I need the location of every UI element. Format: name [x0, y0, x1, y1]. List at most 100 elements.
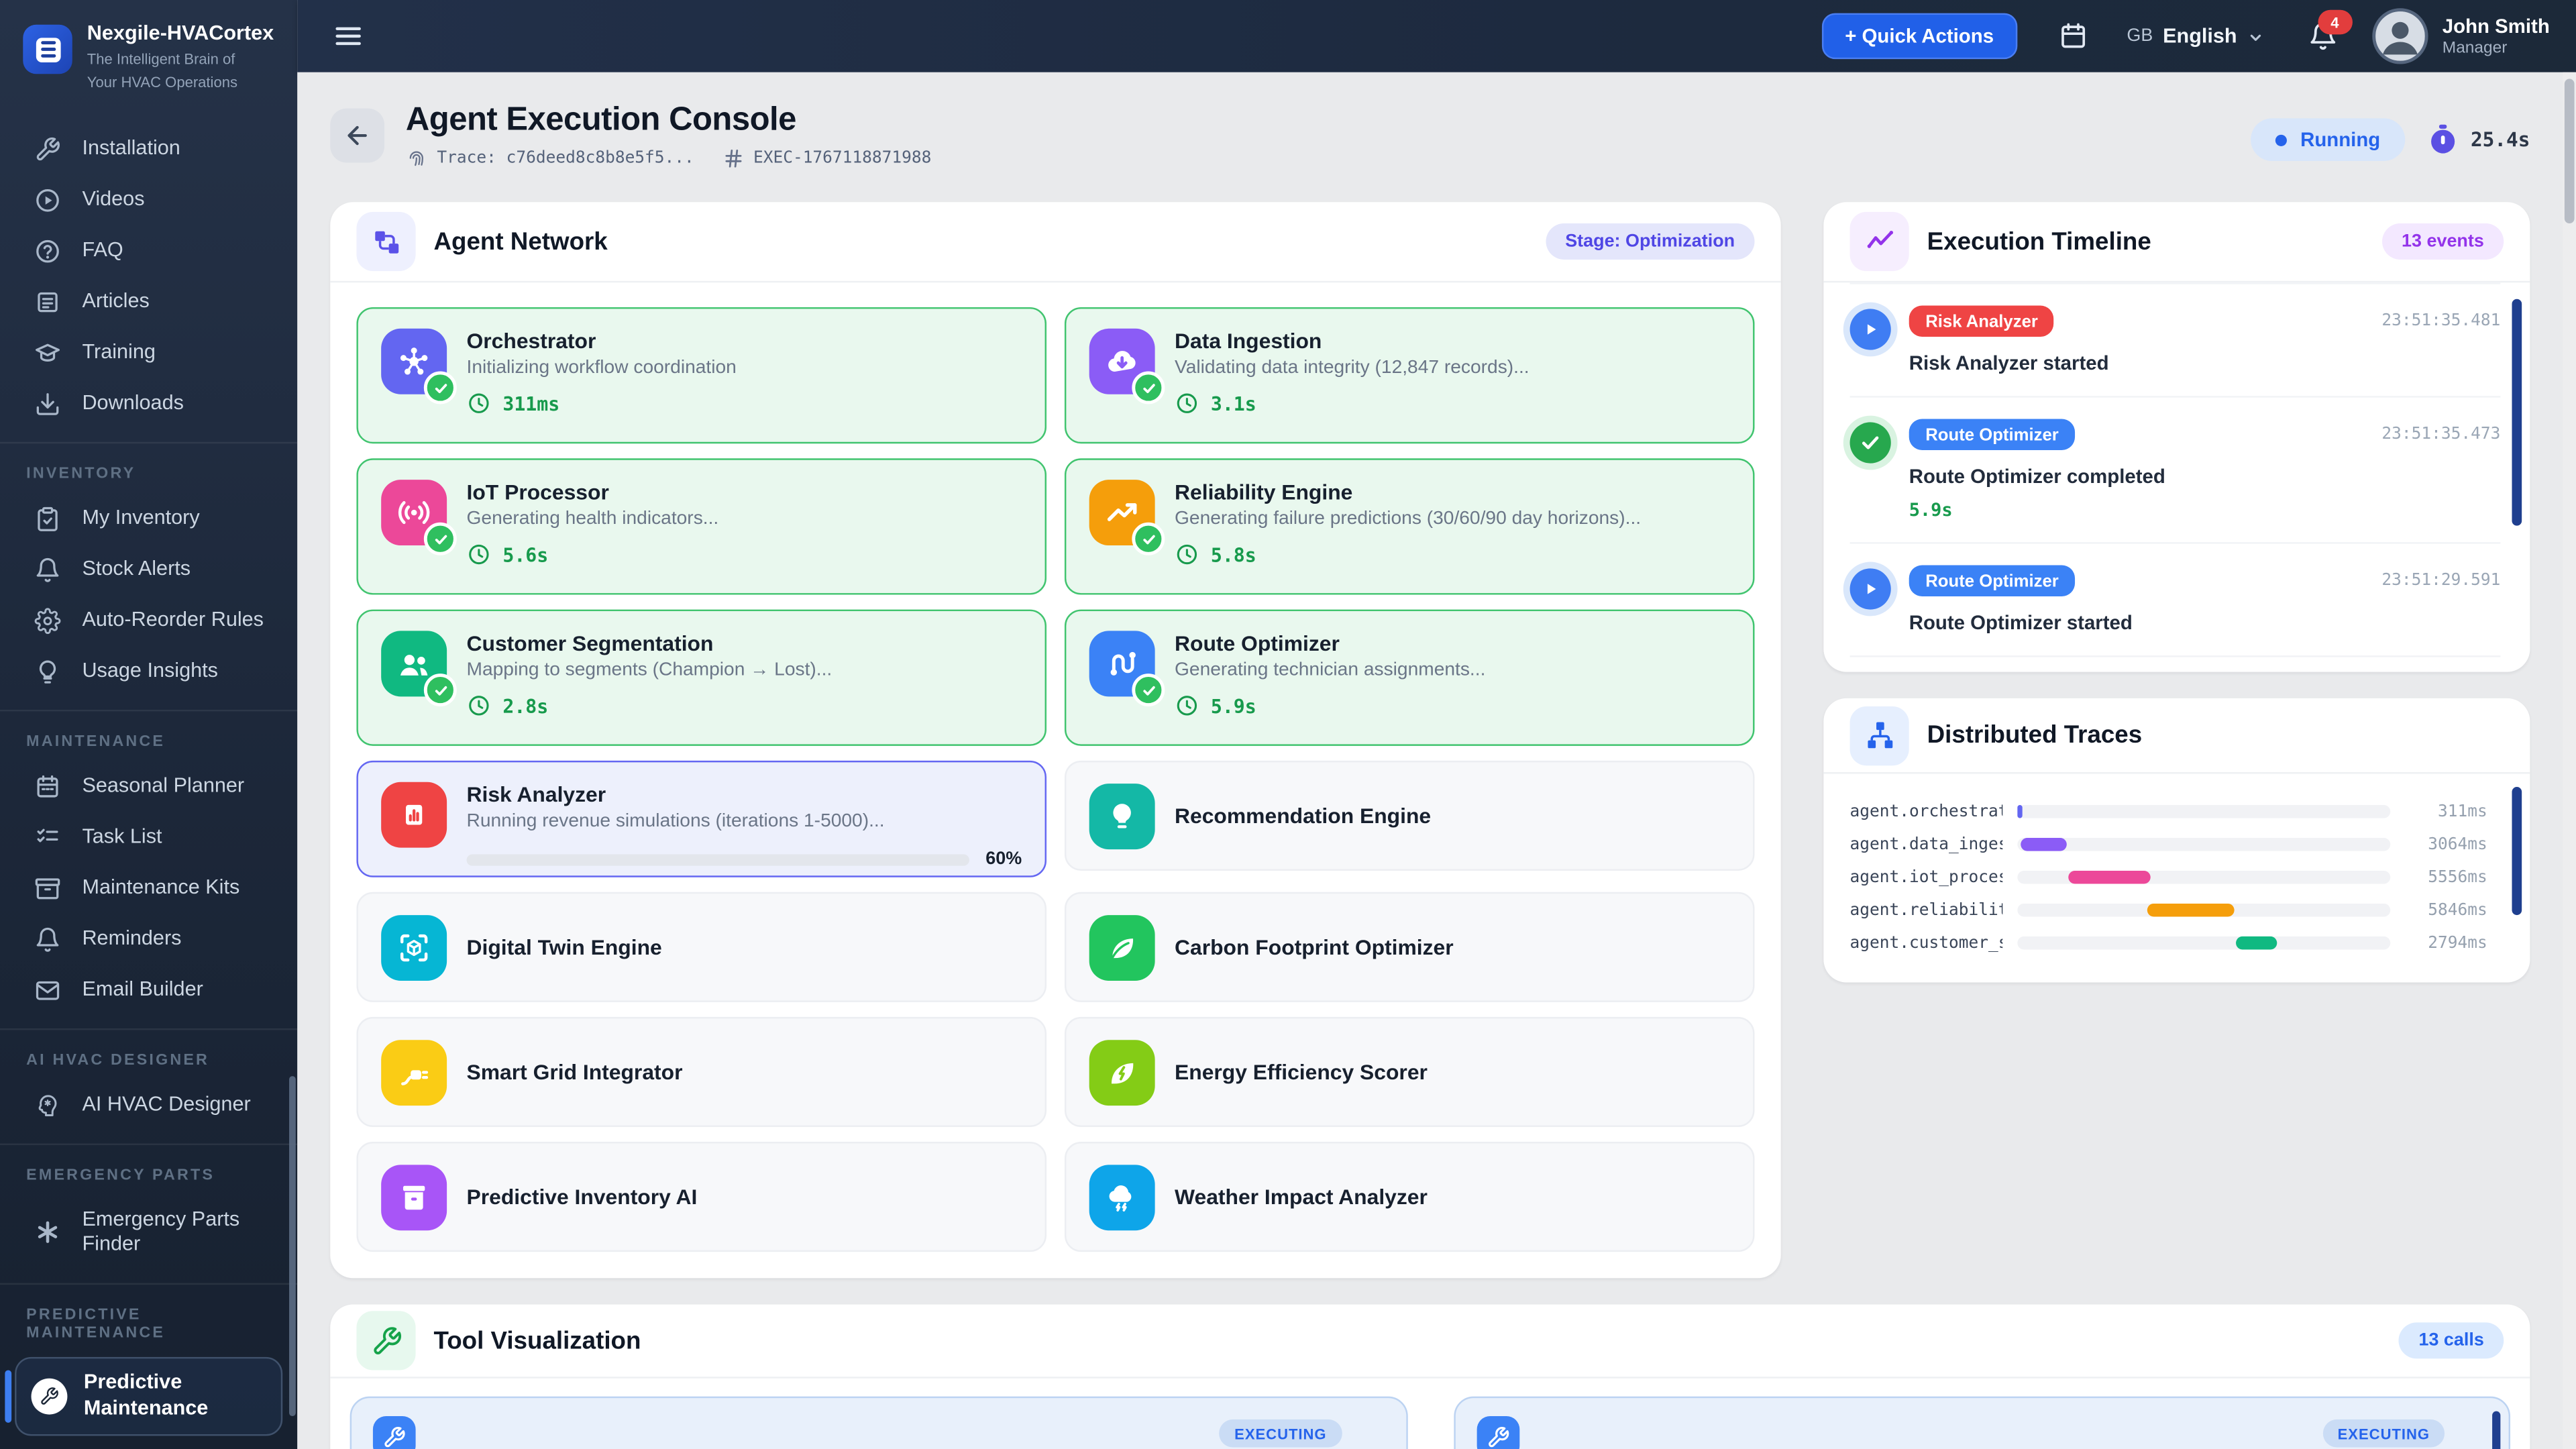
language-selector[interactable]: GB English	[2127, 25, 2263, 48]
quick-actions-button[interactable]: + Quick Actions	[1822, 13, 2017, 60]
sidebar-item-predictive-maintenance[interactable]: Predictive Maintenance	[15, 1357, 282, 1435]
agent-card-weather-impact-analyzer[interactable]: Weather Impact Analyzer	[1065, 1142, 1755, 1252]
event-status-icon	[1850, 568, 1891, 609]
trace-label: agent.data_inges…	[1850, 835, 2003, 853]
sidebar-item-training[interactable]: Training	[0, 327, 297, 378]
sidebar-section-inventory: INVENTORY	[0, 442, 297, 493]
calendar-icon[interactable]	[2058, 21, 2088, 51]
app-root: Nexgile-HVACortex The Intelligent Brain …	[0, 0, 2576, 1449]
agent-card-reliability-engine[interactable]: Reliability Engine Generating failure pr…	[1065, 458, 1755, 594]
agent-name: Customer Segmentation	[467, 631, 1022, 655]
agent-card-route-optimizer[interactable]: Route Optimizer Generating technician as…	[1065, 610, 1755, 746]
hamburger-menu-icon[interactable]	[333, 21, 363, 51]
agent-card-recommendation-engine[interactable]: Recommendation Engine	[1065, 761, 1755, 871]
sidebar-item-installation[interactable]: Installation	[0, 123, 297, 174]
user-menu[interactable]: John Smith Manager	[2371, 8, 2549, 64]
agent-icon	[381, 1039, 447, 1105]
back-button[interactable]	[330, 109, 384, 163]
page-header: Agent Execution Console Trace: c76deed8c…	[330, 102, 2530, 169]
page-scrollbar[interactable]	[2563, 72, 2576, 1449]
event-timestamp: 23:51:35.473	[2381, 425, 2500, 443]
check-badge-icon	[424, 523, 457, 555]
agent-progress: 60%	[467, 849, 1022, 869]
check-badge-icon	[424, 371, 457, 404]
sidebar-item-label: FAQ	[82, 237, 123, 263]
agent-name: Energy Efficiency Scorer	[1175, 1060, 1730, 1085]
agent-icon	[381, 480, 447, 545]
sidebar-item-downloads[interactable]: Downloads	[0, 378, 297, 429]
clock-icon	[467, 693, 492, 718]
agent-card-predictive-inventory-ai[interactable]: Predictive Inventory AI	[356, 1142, 1046, 1252]
sidebar-item-emergency-parts-finder[interactable]: Emergency Parts Finder	[0, 1194, 297, 1270]
sidebar-scrollbar[interactable]	[289, 1076, 296, 1416]
sidebar-item-label: Task List	[82, 824, 162, 850]
agent-icon	[381, 1164, 447, 1230]
event-text: Route Optimizer completed	[1909, 465, 2501, 488]
agent-card-digital-twin-engine[interactable]: Digital Twin Engine	[356, 892, 1046, 1002]
agent-card-orchestrator[interactable]: Orchestrator Initializing workflow coord…	[356, 307, 1046, 443]
brand: Nexgile-HVACortex The Intelligent Brain …	[0, 0, 297, 113]
sidebar-item-email-builder[interactable]: Email Builder	[0, 965, 297, 1016]
agent-card-smart-grid-integrator[interactable]: Smart Grid Integrator	[356, 1017, 1046, 1127]
sidebar-item-auto-reorder-rules[interactable]: Auto-Reorder Rules	[0, 595, 297, 646]
sidebar-item-ai-hvac-designer[interactable]: AI HVAC Designer	[0, 1079, 297, 1130]
sidebar-item-my-inventory[interactable]: My Inventory	[0, 493, 297, 544]
agent-icon	[1089, 783, 1155, 849]
trace-duration: 5846ms	[2405, 901, 2487, 919]
tool-cards: EXECUTING EXECUTING	[330, 1379, 2530, 1449]
agent-status-text: Mapping to segments (Champion → Lost)...	[467, 660, 1022, 680]
sidebar-item-faq[interactable]: FAQ	[0, 225, 297, 276]
timeline-scrollbar[interactable]	[2512, 299, 2522, 526]
agent-card-risk-analyzer[interactable]: Risk Analyzer Running revenue simulation…	[356, 761, 1046, 877]
sidebar-item-seasonal-planner[interactable]: Seasonal Planner	[0, 761, 297, 812]
sidebar-nav: Installation Videos FAQ Articles Trainin…	[0, 113, 297, 1435]
agent-card-carbon-footprint-optimizer[interactable]: Carbon Footprint Optimizer	[1065, 892, 1755, 1002]
trace-row: agent.iot_proces… 5556ms	[1850, 861, 2504, 894]
timeline-list: Risk Analyzer 23:51:35.481 Risk Analyzer…	[1823, 282, 2530, 672]
sidebar-item-usage-insights[interactable]: Usage Insights	[0, 645, 297, 696]
tool-card-scrollbar[interactable]	[2492, 1411, 2500, 1449]
page-scrollbar-thumb[interactable]	[2565, 79, 2575, 224]
trace-duration: 5556ms	[2405, 868, 2487, 886]
sidebar-item-articles[interactable]: Articles	[0, 276, 297, 327]
status-badge: Running	[2251, 118, 2405, 161]
sidebar-item-icon	[34, 136, 60, 162]
tool-card[interactable]: EXECUTING	[1453, 1397, 2510, 1449]
clock-icon	[467, 391, 492, 416]
sidebar-item-label: Emergency Parts Finder	[82, 1207, 277, 1258]
stopwatch-icon	[2426, 123, 2459, 156]
agent-network-title: Agent Network	[434, 227, 608, 256]
trace-bar	[2021, 838, 2066, 851]
sidebar-item-task-list[interactable]: Task List	[0, 812, 297, 863]
trace-label: agent.orchestrat…	[1850, 802, 2003, 820]
event-timestamp: 23:51:29.591	[2381, 572, 2500, 590]
sidebar-item-videos[interactable]: Videos	[0, 174, 297, 225]
agent-card-data-ingestion[interactable]: Data Ingestion Validating data integrity…	[1065, 307, 1755, 443]
trace-row: agent.reliabilit… 5846ms	[1850, 894, 2504, 926]
sidebar-item-label: Seasonal Planner	[82, 773, 244, 799]
traces-icon	[1850, 706, 1909, 765]
agent-card-customer-segmentation[interactable]: Customer Segmentation Mapping to segment…	[356, 610, 1046, 746]
sidebar-item-maintenance-kits[interactable]: Maintenance Kits	[0, 863, 297, 914]
hash-icon	[722, 148, 743, 169]
traces-scrollbar[interactable]	[2512, 787, 2522, 915]
trace-track	[2017, 936, 2390, 950]
sidebar-item-icon	[34, 658, 60, 684]
check-badge-icon	[1132, 371, 1165, 404]
agent-card-iot-processor[interactable]: IoT Processor Generating health indicato…	[356, 458, 1046, 594]
timeline-title: Execution Timeline	[1927, 227, 2151, 256]
notifications-bell-icon[interactable]: 4	[2308, 21, 2337, 51]
sidebar-item-icon	[34, 977, 60, 1003]
sidebar-item-stock-alerts[interactable]: Stock Alerts	[0, 544, 297, 595]
sidebar-item-icon	[32, 1378, 68, 1414]
sidebar-item-reminders[interactable]: Reminders	[0, 914, 297, 965]
sidebar-item-icon	[34, 556, 60, 582]
stage-badge: Stage: Optimization	[1546, 223, 1755, 260]
tool-card[interactable]: EXECUTING	[350, 1397, 1407, 1449]
trace-label: agent.reliabilit…	[1850, 901, 2003, 919]
sidebar-item-icon	[34, 390, 60, 417]
agent-name: Reliability Engine	[1175, 480, 1730, 504]
sidebar-item-label: Usage Insights	[82, 658, 218, 684]
agent-card-energy-efficiency-scorer[interactable]: Energy Efficiency Scorer	[1065, 1017, 1755, 1127]
agent-network-panel: Agent Network Stage: Optimization Orches…	[330, 202, 1780, 1278]
